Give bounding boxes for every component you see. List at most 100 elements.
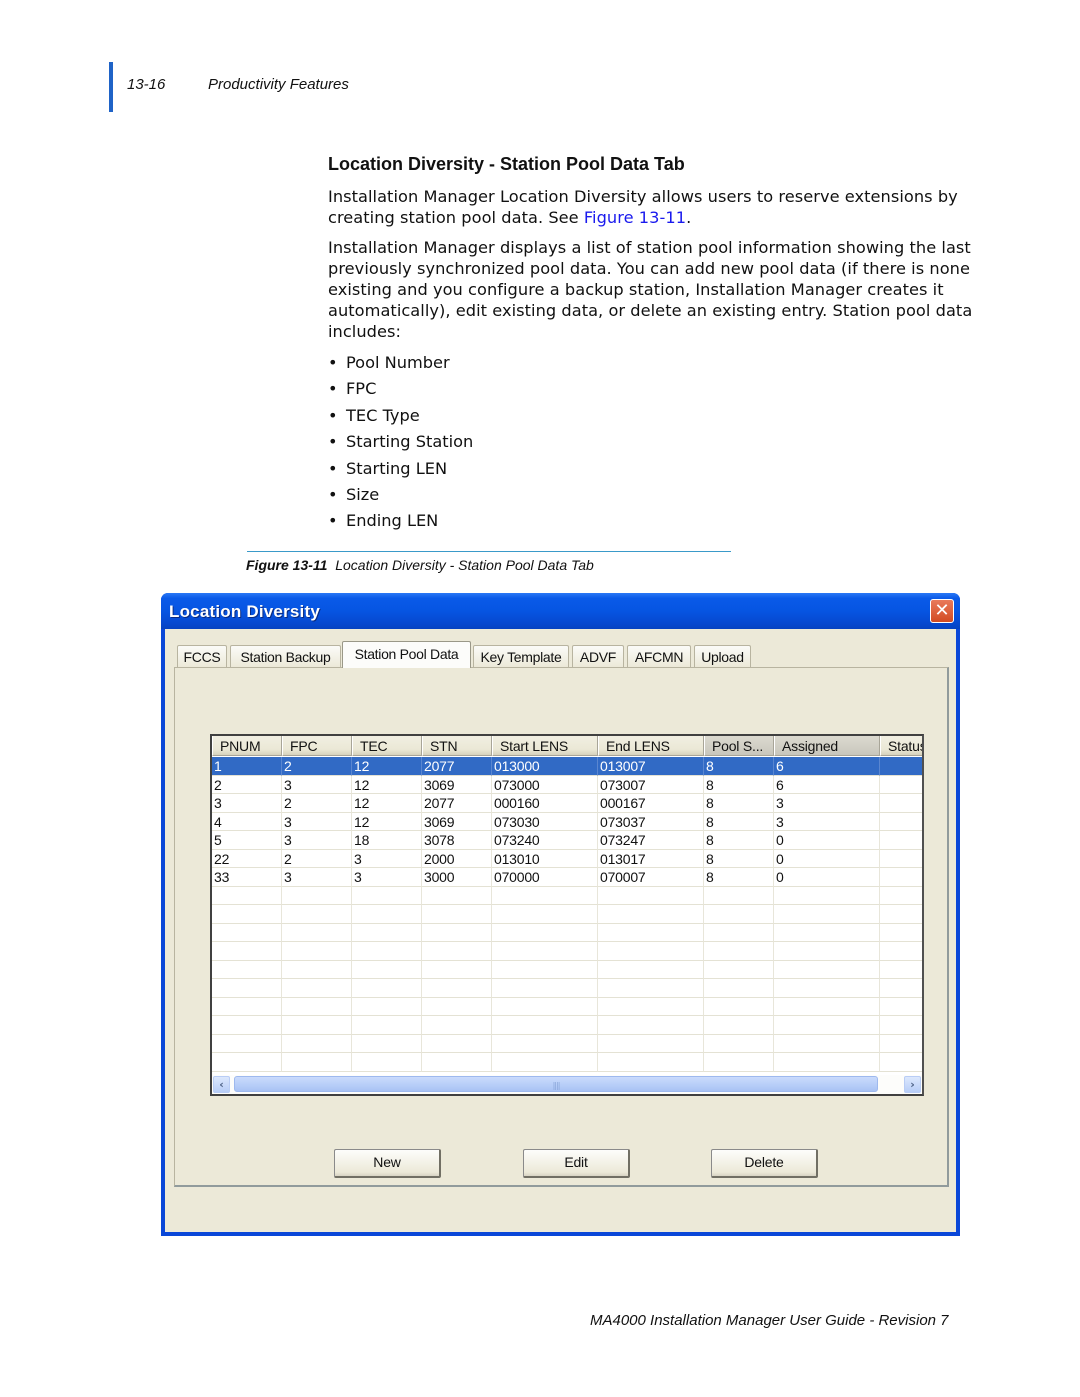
empty-row[interactable] bbox=[212, 979, 922, 998]
bullet-icon: • bbox=[328, 379, 338, 399]
table-cell: 3 bbox=[282, 868, 352, 887]
table-cell: 8 bbox=[704, 775, 774, 794]
window-client: FCCS Station Backup Station Pool Data Ke… bbox=[165, 629, 956, 1232]
table-cell bbox=[774, 1034, 880, 1053]
tab-station-pool-data[interactable]: Station Pool Data bbox=[342, 641, 471, 668]
table-cell: 073240 bbox=[492, 831, 598, 850]
table-cell: 3069 bbox=[422, 812, 492, 831]
table-cell bbox=[880, 998, 922, 1016]
close-button[interactable]: ✕ bbox=[930, 599, 954, 623]
table-cell bbox=[212, 942, 282, 961]
table-cell bbox=[352, 979, 422, 998]
tab-station-backup[interactable]: Station Backup bbox=[230, 645, 341, 667]
table-cell: 070000 bbox=[492, 868, 598, 887]
column-header[interactable]: End LENS bbox=[598, 736, 704, 756]
table-cell bbox=[282, 1034, 352, 1053]
column-header[interactable]: Start LENS bbox=[492, 736, 598, 756]
table-row[interactable]: 1 2 12 2077 013000 013007 8 6 bbox=[212, 757, 922, 776]
table-cell bbox=[282, 905, 352, 924]
bullet-icon: • bbox=[328, 458, 338, 478]
table-cell bbox=[492, 979, 598, 998]
table-cell: 12 bbox=[352, 794, 422, 813]
station-pool-table[interactable]: PNUM FPC TEC STN Start LENS End LENS Pool S...… bbox=[210, 734, 924, 1096]
empty-row[interactable] bbox=[212, 1053, 922, 1072]
column-header[interactable]: FPC bbox=[282, 736, 352, 756]
intro-period: . bbox=[686, 208, 692, 227]
figure-link[interactable]: Figure 13-11 bbox=[584, 208, 686, 227]
description-paragraph: Installation Manager displays a list of … bbox=[328, 238, 973, 341]
tab-afcmn[interactable]: AFCMN bbox=[627, 645, 691, 667]
empty-row[interactable] bbox=[212, 1016, 922, 1035]
tab-fccs[interactable]: FCCS bbox=[177, 645, 227, 667]
scroll-thumb[interactable]: |||| bbox=[234, 1076, 878, 1092]
table-cell: 073000 bbox=[492, 775, 598, 794]
column-header[interactable]: STN bbox=[422, 736, 492, 756]
table-row[interactable]: 4 3 12 3069 073030 073037 8 3 bbox=[212, 812, 922, 831]
tab-key-template[interactable]: Key Template bbox=[473, 645, 569, 667]
table-cell: 0 bbox=[774, 831, 880, 850]
table-cell bbox=[880, 924, 922, 942]
empty-row[interactable] bbox=[212, 1034, 922, 1053]
list-item: • Ending LEN bbox=[328, 508, 473, 534]
column-header[interactable]: Assigned bbox=[774, 736, 880, 756]
table-cell bbox=[352, 942, 422, 961]
list-item: • Pool Number bbox=[328, 350, 473, 376]
column-header[interactable]: PNUM bbox=[212, 736, 282, 756]
empty-row[interactable] bbox=[212, 997, 922, 1016]
table-cell bbox=[282, 1053, 352, 1072]
scroll-left-button[interactable]: ‹ bbox=[213, 1076, 230, 1093]
table-cell: 073030 bbox=[492, 812, 598, 831]
table-row[interactable]: 22 2 3 2000 013010 013017 8 0 bbox=[212, 849, 922, 868]
table-cell bbox=[492, 1016, 598, 1035]
table-cell bbox=[880, 776, 922, 794]
column-header[interactable]: Status bbox=[880, 736, 922, 756]
table-cell: 073247 bbox=[598, 831, 704, 850]
table-cell: 013007 bbox=[598, 757, 704, 776]
scroll-right-button[interactable]: › bbox=[904, 1076, 921, 1093]
table-cell: 070007 bbox=[598, 868, 704, 887]
table-cell bbox=[704, 1053, 774, 1072]
empty-row[interactable] bbox=[212, 942, 922, 961]
table-cell bbox=[422, 1016, 492, 1035]
empty-row[interactable] bbox=[212, 886, 922, 905]
table-cell bbox=[422, 923, 492, 942]
table-row[interactable]: 5 3 18 3078 073240 073247 8 0 bbox=[212, 831, 922, 850]
column-header[interactable]: TEC bbox=[352, 736, 422, 756]
station-pool-data-panel: PNUM FPC TEC STN Start LENS End LENS Pool S...… bbox=[174, 667, 949, 1187]
table-cell bbox=[704, 1034, 774, 1053]
table-cell: 013017 bbox=[598, 849, 704, 868]
table-cell bbox=[880, 1016, 922, 1035]
table-cell bbox=[598, 997, 704, 1016]
table-row[interactable]: 33 3 3 3000 070000 070007 8 0 bbox=[212, 868, 922, 887]
tab-advf[interactable]: ADVF bbox=[572, 645, 624, 667]
empty-row[interactable] bbox=[212, 905, 922, 924]
table-cell bbox=[880, 850, 922, 868]
column-header[interactable]: Pool S... bbox=[704, 736, 774, 756]
table-cell bbox=[880, 1053, 922, 1072]
table-row[interactable]: 2 3 12 3069 073000 073007 8 6 bbox=[212, 775, 922, 794]
empty-row[interactable] bbox=[212, 960, 922, 979]
title-bar[interactable]: Location Diversity ✕ bbox=[161, 593, 960, 629]
empty-row[interactable] bbox=[212, 923, 922, 942]
table-cell bbox=[282, 997, 352, 1016]
table-cell bbox=[212, 979, 282, 998]
table-cell bbox=[352, 1034, 422, 1053]
table-cell: 6 bbox=[774, 775, 880, 794]
table-cell bbox=[282, 886, 352, 905]
horizontal-scrollbar[interactable]: ‹ |||| › bbox=[212, 1075, 922, 1094]
table-cell: 3 bbox=[212, 794, 282, 813]
pool-data-list: • Pool Number • FPC • TEC Type • Starting St… bbox=[328, 350, 473, 535]
table-row[interactable]: 3 2 12 2077 000160 000167 8 3 bbox=[212, 794, 922, 813]
table-cell bbox=[598, 960, 704, 979]
table-cell: 073007 bbox=[598, 775, 704, 794]
close-icon: ✕ bbox=[934, 600, 950, 621]
table-cell bbox=[774, 942, 880, 961]
table-cell bbox=[492, 1053, 598, 1072]
tab-upload[interactable]: Upload bbox=[694, 645, 751, 667]
table-cell: 1 bbox=[212, 757, 282, 776]
edit-button[interactable]: Edit bbox=[523, 1149, 630, 1178]
table-cell bbox=[704, 886, 774, 905]
bullet-icon: • bbox=[328, 511, 338, 531]
new-button[interactable]: New bbox=[334, 1149, 441, 1178]
delete-button[interactable]: Delete bbox=[711, 1149, 818, 1178]
